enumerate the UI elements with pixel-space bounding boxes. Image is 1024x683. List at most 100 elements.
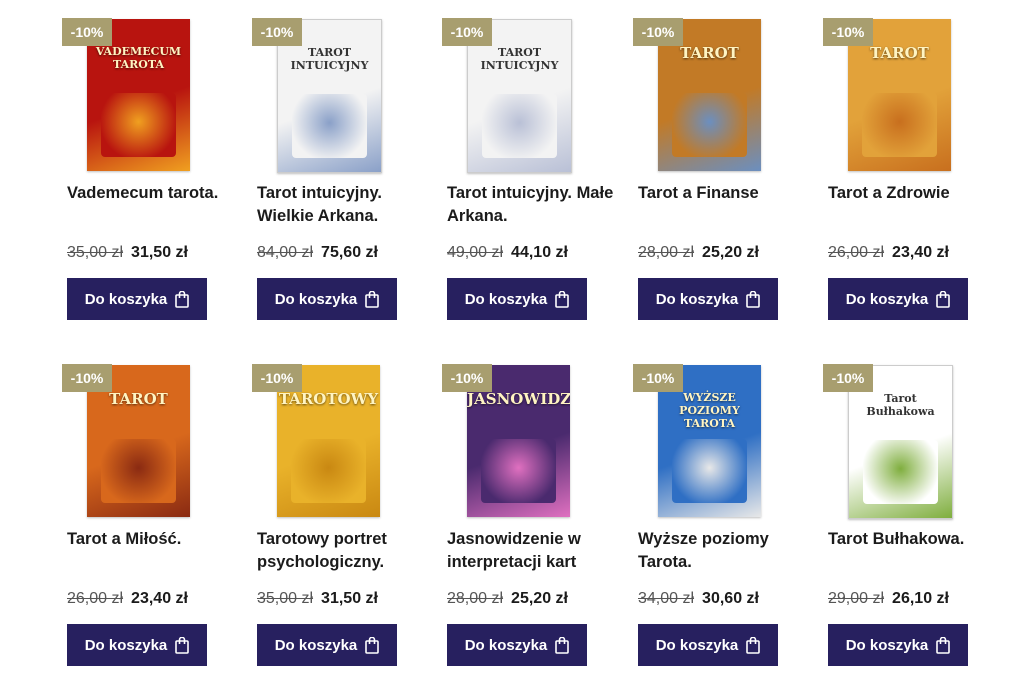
old-price: 26,00 zł — [828, 244, 885, 261]
add-to-cart-label: Do koszyka — [845, 636, 929, 654]
add-to-cart-label: Do koszyka — [274, 290, 358, 308]
old-price: 29,00 zł — [828, 590, 885, 607]
old-price: 35,00 zł — [257, 590, 314, 607]
discount-badge: -10% — [62, 18, 112, 46]
cover-title: Tarot Bułhakowa — [866, 392, 935, 418]
cover-title: VADEMECUM TAROTA — [95, 45, 182, 71]
shopping-bag-icon — [175, 636, 190, 654]
cover-art — [101, 93, 176, 157]
add-to-cart-button[interactable]: Do koszyka — [638, 624, 778, 666]
shopping-bag-icon — [175, 290, 190, 308]
product-title[interactable]: Tarot intuicyjny. Wielkie Arkana. — [257, 182, 432, 228]
add-to-cart-button[interactable]: Do koszyka — [257, 624, 397, 666]
product-title[interactable]: Tarot intuicyjny. Małe Arkana. — [447, 182, 622, 228]
cover-title: WYŻSZE POZIOMY TAROTA — [679, 391, 740, 430]
cover-title: TAROT INTUICYJNY — [290, 46, 369, 72]
shopping-bag-icon — [936, 636, 951, 654]
new-price: 31,50 zł — [321, 590, 378, 607]
old-price: 35,00 zł — [67, 244, 124, 261]
old-price: 28,00 zł — [447, 590, 504, 607]
shopping-bag-icon — [746, 290, 761, 308]
product-title[interactable]: Tarot Bułhakowa. — [828, 528, 1003, 551]
new-price: 75,60 zł — [321, 244, 378, 261]
new-price: 25,20 zł — [702, 244, 759, 261]
discount-badge: -10% — [442, 18, 492, 46]
discount-badge: -10% — [442, 364, 492, 392]
new-price: 25,20 zł — [511, 590, 568, 607]
add-to-cart-label: Do koszyka — [84, 636, 168, 654]
new-price: 23,40 zł — [892, 244, 949, 261]
product-title[interactable]: Vademecum tarota. — [67, 182, 242, 205]
add-to-cart-button[interactable]: Do koszyka — [638, 278, 778, 320]
product-title[interactable]: Tarot a Miłość. — [67, 528, 242, 551]
product-title[interactable]: Jasnowidzenie w interpretacji kart — [447, 528, 622, 574]
add-to-cart-button[interactable]: Do koszyka — [828, 278, 968, 320]
product-title[interactable]: Tarotowy portret psychologiczny. — [257, 528, 432, 574]
new-price: 31,50 zł — [131, 244, 188, 261]
add-to-cart-label: Do koszyka — [464, 290, 548, 308]
shopping-bag-icon — [555, 636, 570, 654]
add-to-cart-button[interactable]: Do koszyka — [257, 278, 397, 320]
cover-title: TAROT — [109, 390, 168, 408]
add-to-cart-button[interactable]: Do koszyka — [447, 624, 587, 666]
cover-title: TAROT INTUICYJNY — [480, 46, 559, 72]
product-title[interactable]: Tarot a Zdrowie — [828, 182, 1003, 205]
price-row: 84,00 zł 75,60 zł — [257, 243, 378, 263]
price-row: 49,00 zł 44,10 zł — [447, 243, 568, 263]
price-row: 29,00 zł 26,10 zł — [828, 589, 949, 609]
discount-badge: -10% — [252, 364, 302, 392]
shopping-bag-icon — [365, 290, 380, 308]
add-to-cart-button[interactable]: Do koszyka — [67, 624, 207, 666]
add-to-cart-label: Do koszyka — [655, 636, 739, 654]
old-price: 49,00 zł — [447, 244, 504, 261]
price-row: 26,00 zł 23,40 zł — [828, 243, 949, 263]
discount-badge: -10% — [633, 18, 683, 46]
price-row: 35,00 zł 31,50 zł — [257, 589, 378, 609]
cover-art — [292, 94, 367, 158]
price-row: 28,00 zł 25,20 zł — [447, 589, 568, 609]
shopping-bag-icon — [746, 636, 761, 654]
new-price: 30,60 zł — [702, 590, 759, 607]
cover-art — [101, 439, 176, 503]
cover-title: TAROT — [680, 44, 739, 62]
discount-badge: -10% — [252, 18, 302, 46]
discount-badge: -10% — [633, 364, 683, 392]
cover-art — [672, 93, 747, 157]
add-to-cart-button[interactable]: Do koszyka — [67, 278, 207, 320]
old-price: 26,00 zł — [67, 590, 124, 607]
old-price: 28,00 zł — [638, 244, 695, 261]
product-grid: VADEMECUM TAROTA -10% Vademecum tarota. … — [0, 0, 1024, 683]
discount-badge: -10% — [823, 18, 873, 46]
cover-art — [481, 439, 556, 503]
add-to-cart-button[interactable]: Do koszyka — [447, 278, 587, 320]
cover-art — [863, 440, 938, 504]
add-to-cart-button[interactable]: Do koszyka — [828, 624, 968, 666]
price-row: 34,00 zł 30,60 zł — [638, 589, 759, 609]
cover-art — [291, 439, 366, 503]
cover-art — [672, 439, 747, 503]
add-to-cart-label: Do koszyka — [845, 290, 929, 308]
new-price: 26,10 zł — [892, 590, 949, 607]
add-to-cart-label: Do koszyka — [655, 290, 739, 308]
price-row: 26,00 zł 23,40 zł — [67, 589, 188, 609]
price-row: 35,00 zł 31,50 zł — [67, 243, 188, 263]
shopping-bag-icon — [365, 636, 380, 654]
shopping-bag-icon — [555, 290, 570, 308]
discount-badge: -10% — [62, 364, 112, 392]
add-to-cart-label: Do koszyka — [84, 290, 168, 308]
new-price: 44,10 zł — [511, 244, 568, 261]
product-title[interactable]: Wyższe poziomy Tarota. — [638, 528, 813, 574]
new-price: 23,40 zł — [131, 590, 188, 607]
product-title[interactable]: Tarot a Finanse — [638, 182, 813, 205]
cover-art — [482, 94, 557, 158]
add-to-cart-label: Do koszyka — [274, 636, 358, 654]
price-row: 28,00 zł 25,20 zł — [638, 243, 759, 263]
cover-title: JASNOWIDZENIE — [467, 390, 570, 408]
cover-title: TAROTOWY — [278, 390, 379, 408]
old-price: 84,00 zł — [257, 244, 314, 261]
discount-badge: -10% — [823, 364, 873, 392]
shopping-bag-icon — [936, 290, 951, 308]
cover-title: TAROT — [870, 44, 929, 62]
old-price: 34,00 zł — [638, 590, 695, 607]
cover-art — [862, 93, 937, 157]
